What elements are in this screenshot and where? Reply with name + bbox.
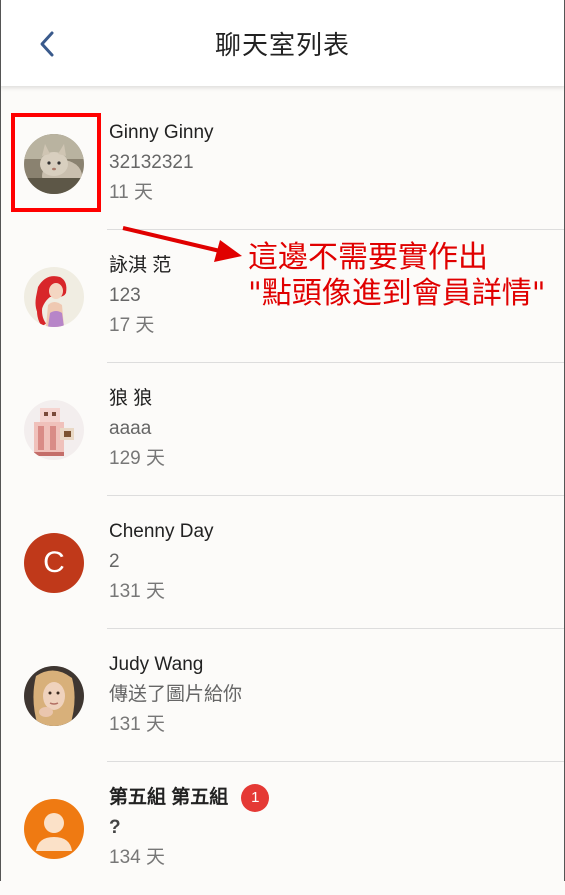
page-title: 聊天室列表: [214, 30, 350, 60]
avatar[interactable]: C: [24, 533, 84, 593]
chat-time: 131 天: [109, 714, 165, 735]
chat-name: 狼 狼: [109, 388, 153, 409]
app-header: 聊天室列表: [0, 0, 565, 86]
chat-name: 第五組 第五組: [109, 787, 229, 808]
chat-texts: Chenny Day 2 131 天: [109, 521, 214, 603]
chat-row[interactable]: C Chenny Day 2 131 天: [0, 496, 565, 629]
chat-name: Chenny Day: [109, 521, 214, 542]
pixel-block-figure-avatar-icon: [24, 400, 84, 460]
arrow-right-icon: [122, 226, 242, 262]
chat-last-message: 傳送了圖片給你: [109, 684, 243, 705]
chat-last-message: 32132321: [109, 152, 194, 173]
chat-last-message: 123: [109, 285, 141, 306]
chat-name: Judy Wang: [109, 654, 204, 675]
annotation-line: 這邊不需要實作出: [248, 240, 488, 275]
avatar[interactable]: [24, 666, 84, 726]
chat-time: 17 天: [109, 315, 155, 336]
chat-name: Ginny Ginny: [109, 122, 214, 143]
chat-last-message: ?: [109, 817, 121, 838]
default-person-icon: [24, 799, 84, 859]
avatar-letter: C: [43, 546, 65, 579]
mermaid-illustration-avatar-icon: [24, 267, 84, 327]
avatar[interactable]: [24, 799, 84, 859]
chat-time: 131 天: [109, 581, 165, 602]
chat-texts: 詠淇 范 123 17 天: [109, 255, 171, 337]
annotation-line: "點頭像進到會員詳情": [248, 276, 546, 311]
annotation-highlight-box: [11, 113, 101, 212]
chat-name-row: 第五組 第五組 1: [109, 784, 270, 812]
chat-time: 129 天: [109, 448, 165, 469]
chat-last-message: 2: [109, 551, 120, 572]
chat-texts: 狼 狼 aaaa 129 天: [109, 388, 165, 470]
annotation-note: 這邊不需要實作出 "點頭像進到會員詳情": [248, 240, 546, 312]
chat-row[interactable]: 狼 狼 aaaa 129 天: [0, 363, 565, 496]
chat-last-message: aaaa: [109, 418, 152, 439]
chat-texts: Judy Wang 傳送了圖片給你 131 天: [109, 654, 242, 736]
chat-row[interactable]: Judy Wang 傳送了圖片給你 131 天: [0, 629, 565, 762]
window-edge-left: [0, 0, 1, 881]
chat-time: 11 天: [109, 182, 154, 203]
avatar[interactable]: [24, 400, 84, 460]
unread-badge: 1: [241, 784, 270, 812]
portrait-photo-avatar-icon: [24, 666, 84, 726]
chat-row[interactable]: 第五組 第五組 1 ? 134 天: [0, 762, 565, 895]
chat-texts: Ginny Ginny 32132321 11 天: [109, 122, 214, 204]
chat-time: 134 天: [109, 847, 165, 868]
chat-texts: 第五組 第五組 1 ? 134 天: [109, 784, 270, 869]
chat-list: Ginny Ginny 32132321 11 天 詠淇 范 123 17 天: [0, 97, 565, 895]
avatar[interactable]: [24, 267, 84, 327]
